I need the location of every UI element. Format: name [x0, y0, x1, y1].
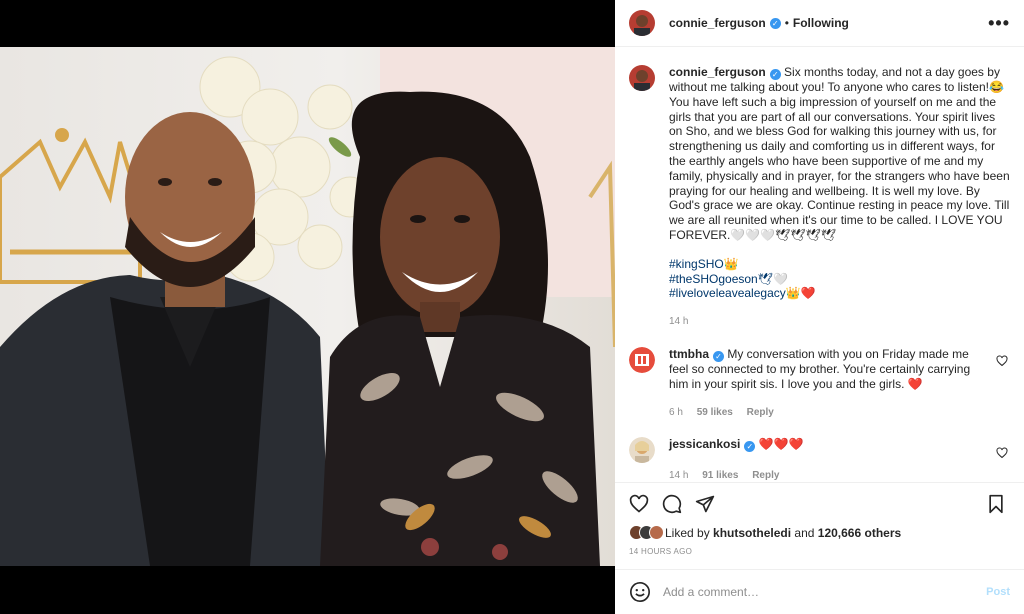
liker-avatars[interactable] — [629, 525, 664, 540]
reply-button[interactable]: Reply — [747, 407, 774, 418]
media-panel — [0, 0, 615, 614]
paper-plane-icon[interactable] — [695, 494, 715, 514]
verified-badge-icon: ✓ — [769, 17, 781, 29]
comment-meta: 6 h 59 likes Reply — [669, 406, 989, 421]
comment-text: ❤️❤️❤️ — [758, 437, 804, 452]
hashtag-link[interactable]: #liveloveleavealegacy👑❤️ — [669, 286, 1010, 301]
caption-username[interactable]: connie_ferguson — [669, 65, 766, 79]
others-link[interactable]: 120,666 others — [818, 526, 901, 540]
comment-body: ttmbha ✓ My conversation with you on Frid… — [669, 347, 989, 420]
caption-body: connie_ferguson ✓ Six months today, and n… — [669, 65, 1010, 330]
author-username[interactable]: connie_ferguson — [669, 16, 766, 30]
verified-badge-icon: ✓ — [769, 69, 781, 80]
post-header: connie_ferguson ✓ • Following ••• — [615, 0, 1024, 47]
comment-time[interactable]: 14 h — [669, 470, 688, 481]
comment-input[interactable] — [663, 585, 987, 599]
action-icons — [629, 493, 1010, 515]
separator-dot: • — [784, 16, 789, 30]
post-photo[interactable] — [0, 47, 615, 566]
caption-meta: 14 h — [669, 315, 1010, 330]
comment-item: jessicankosi ✓ ❤️❤️❤️ 14 h 91 likes Reply — [629, 437, 1010, 483]
likes-prefix: Liked by — [665, 525, 710, 540]
comment-heart-icon[interactable] — [996, 355, 1008, 367]
likes-summary: Liked by khutsotheledi and 120,666 other… — [629, 525, 1010, 540]
comment-icon[interactable] — [662, 494, 682, 514]
hashtag-link[interactable]: #theSHOgoeson🕊🤍 — [669, 272, 1010, 287]
following-button[interactable]: Following — [793, 16, 849, 30]
post-comment-button[interactable]: Post — [986, 586, 1010, 598]
comment-body: jessicankosi ✓ ❤️❤️❤️ 14 h 91 likes Reply — [669, 437, 989, 483]
liker-avatar — [649, 525, 664, 540]
caption-hashtags: #kingSHO👑 #theSHOgoeson🕊🤍 #liveloveleave… — [669, 257, 1010, 301]
author-avatar[interactable] — [629, 10, 655, 36]
comment-avatar-image — [629, 437, 655, 464]
comment-likes[interactable]: 91 likes — [702, 470, 738, 481]
add-comment-bar: Post — [615, 569, 1024, 614]
caption-text: Six months today, and not a day goes by … — [669, 65, 1010, 242]
hashtag-link[interactable]: #kingSHO👑 — [669, 257, 1010, 272]
reply-button[interactable]: Reply — [752, 470, 779, 481]
author-avatar-image — [629, 10, 655, 36]
caption-time[interactable]: 14 h — [669, 316, 688, 327]
instagram-post-viewer: connie_ferguson ✓ • Following ••• connie… — [0, 0, 1024, 614]
comment-item: ttmbha ✓ My conversation with you on Frid… — [629, 346, 1010, 420]
comment-avatar-image — [629, 346, 655, 373]
comment-meta: 14 h 91 likes Reply — [669, 469, 989, 483]
comment-heart-icon[interactable] — [996, 447, 1008, 459]
photo-illustration — [0, 47, 615, 566]
caption: connie_ferguson ✓ Six months today, and n… — [629, 65, 1010, 330]
verified-badge-icon: ✓ — [713, 350, 724, 362]
smiley-icon[interactable] — [629, 581, 651, 603]
comment-likes[interactable]: 59 likes — [697, 407, 733, 418]
heart-icon[interactable] — [629, 494, 649, 514]
post-details-panel: connie_ferguson ✓ • Following ••• connie… — [615, 0, 1024, 614]
post-actions: Liked by khutsotheledi and 120,666 other… — [615, 482, 1024, 613]
comment-avatar[interactable] — [629, 437, 655, 464]
likes-and: and — [794, 525, 815, 540]
bookmark-icon[interactable] — [986, 494, 1006, 514]
caption-avatar[interactable] — [629, 65, 655, 91]
caption-avatar-image — [629, 65, 655, 91]
more-options-icon[interactable]: ••• — [988, 14, 1010, 32]
comment-avatar[interactable] — [629, 346, 655, 373]
post-timestamp[interactable]: 14 HOURS AGO — [629, 547, 1010, 556]
comment-username[interactable]: jessicankosi — [669, 437, 740, 451]
comments-list[interactable]: connie_ferguson ✓ Six months today, and n… — [615, 47, 1024, 483]
verified-badge-icon: ✓ — [744, 441, 756, 453]
comment-time[interactable]: 6 h — [669, 407, 683, 418]
comment-username[interactable]: ttmbha — [669, 347, 709, 361]
liker-username[interactable]: khutsotheledi — [713, 526, 791, 540]
